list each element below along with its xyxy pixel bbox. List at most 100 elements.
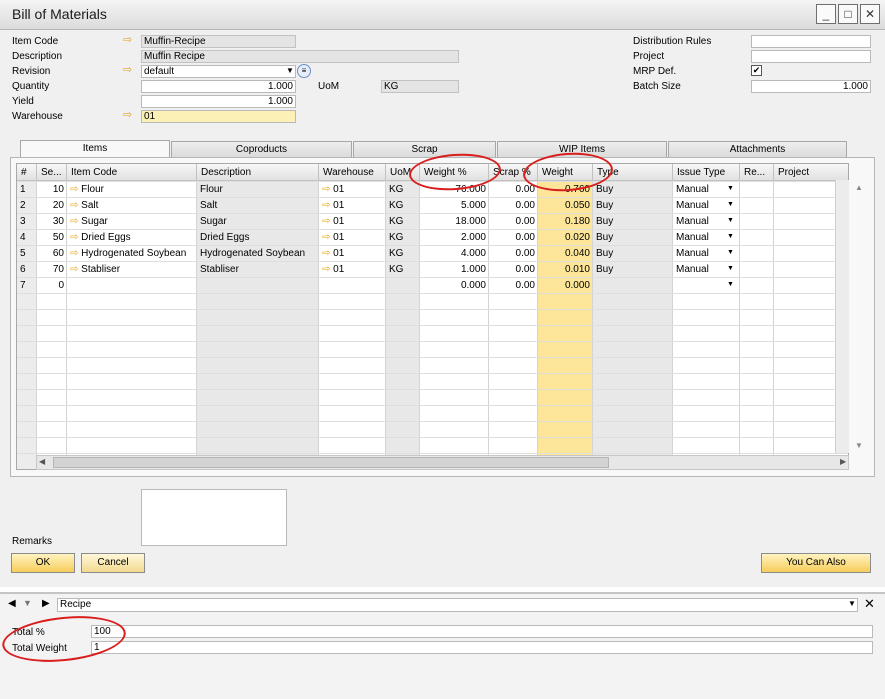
layout-selector[interactable]: Recipe <box>57 598 858 612</box>
yield-field[interactable]: 1.000 <box>141 95 296 108</box>
cell-scrap[interactable]: 0.00 <box>489 262 538 278</box>
col-header-warehouse[interactable]: Warehouse <box>319 164 386 181</box>
cell-type[interactable]: Buy <box>593 246 673 262</box>
cell-seq[interactable]: 0 <box>37 278 67 294</box>
cell-desc[interactable] <box>197 278 319 294</box>
cell-item[interactable]: ⇨ Stabliser <box>67 262 197 278</box>
link-arrow-icon[interactable]: ⇨ <box>70 232 81 243</box>
link-arrow-icon[interactable]: ⇨ <box>322 216 333 227</box>
cell-num[interactable]: 6 <box>17 262 37 278</box>
nav-prev-icon[interactable]: ◀ <box>8 598 16 609</box>
nav-next-icon[interactable]: ▶ <box>42 598 50 609</box>
cell-scrap[interactable]: 0.00 <box>489 230 538 246</box>
cell-uom[interactable] <box>386 278 420 294</box>
cell-uom[interactable]: KG <box>386 246 420 262</box>
cell-wh[interactable]: ⇨ 01 <box>319 214 386 230</box>
project-field[interactable] <box>751 50 871 63</box>
cell-uom[interactable]: KG <box>386 214 420 230</box>
cell-item[interactable]: ⇨ Hydrogenated Soybean <box>67 246 197 262</box>
cell-scrap[interactable]: 0.00 <box>489 278 538 294</box>
link-arrow-icon[interactable]: ⇨ <box>70 200 81 211</box>
close-panel-icon[interactable]: ✕ <box>864 596 875 612</box>
description-field[interactable]: Muffin Recipe <box>141 50 459 63</box>
cell-scrap[interactable]: 0.00 <box>489 246 538 262</box>
cell-desc[interactable]: Flour <box>197 182 319 198</box>
cell-item[interactable]: ⇨ Flour <box>67 182 197 198</box>
dropdown-arrow-icon[interactable]: ▼ <box>286 66 294 75</box>
scroll-right-icon[interactable]: ▶ <box>840 457 846 466</box>
link-arrow-icon[interactable]: ⇨ <box>70 248 81 259</box>
cell-weight[interactable]: 0.180 <box>538 214 593 230</box>
cell-seq[interactable]: 60 <box>37 246 67 262</box>
link-arrow-icon[interactable]: ⇨ <box>70 264 81 275</box>
cell-seq[interactable]: 20 <box>37 198 67 214</box>
link-arrow-icon[interactable]: ⇨ <box>322 200 333 211</box>
cell-item[interactable]: ⇨ Dried Eggs <box>67 230 197 246</box>
link-arrow-icon[interactable]: ⇨ <box>123 65 132 76</box>
scroll-left-icon[interactable]: ◀ <box>39 457 45 466</box>
cell-weight[interactable]: 0.010 <box>538 262 593 278</box>
col-header-item-code[interactable]: Item Code <box>67 164 197 181</box>
link-arrow-icon[interactable]: ⇨ <box>123 35 132 46</box>
cell-uom[interactable]: KG <box>386 182 420 198</box>
cell-desc[interactable]: Stabliser <box>197 262 319 278</box>
you-can-also-button[interactable]: You Can Also <box>761 553 871 573</box>
cell-seq[interactable]: 70 <box>37 262 67 278</box>
scroll-up-icon[interactable]: ▲ <box>855 183 863 192</box>
cell-seq[interactable]: 30 <box>37 214 67 230</box>
remarks-textarea[interactable] <box>141 489 287 546</box>
cell-num[interactable]: 3 <box>17 214 37 230</box>
cell-item[interactable]: ⇨ Sugar <box>67 214 197 230</box>
cell-wpct[interactable]: 4.000 <box>420 246 489 262</box>
cell-scrap[interactable]: 0.00 <box>489 198 538 214</box>
cell-wpct[interactable]: 5.000 <box>420 198 489 214</box>
col-header-seq[interactable]: Se... <box>37 164 67 181</box>
cell-uom[interactable]: KG <box>386 198 420 214</box>
list-icon[interactable]: ≡ <box>297 64 311 78</box>
quantity-field[interactable]: 1.000 <box>141 80 296 93</box>
link-arrow-icon[interactable]: ⇨ <box>70 216 81 227</box>
dropdown-arrow-icon[interactable]: ▼ <box>727 233 734 240</box>
link-arrow-icon[interactable]: ⇨ <box>322 264 333 275</box>
dropdown-arrow-icon[interactable]: ▼ <box>727 201 734 208</box>
cell-desc[interactable]: Salt <box>197 198 319 214</box>
dropdown-arrow-icon[interactable]: ▼ <box>727 281 734 288</box>
col-header-num[interactable]: # <box>17 164 37 181</box>
horizontal-scroll-thumb[interactable] <box>53 457 609 468</box>
total-weight-field[interactable]: 1 <box>91 641 873 654</box>
cell-wh[interactable] <box>319 278 386 294</box>
cell-wpct[interactable]: 1.000 <box>420 262 489 278</box>
cell-uom[interactable]: KG <box>386 230 420 246</box>
cell-num[interactable]: 1 <box>17 182 37 198</box>
link-arrow-icon[interactable]: ⇨ <box>70 184 81 195</box>
cell-num[interactable]: 5 <box>17 246 37 262</box>
link-arrow-icon[interactable]: ⇨ <box>322 184 333 195</box>
col-header-project[interactable]: Project <box>774 164 848 181</box>
dropdown-arrow-icon[interactable]: ▼ <box>727 265 734 272</box>
cell-type[interactable]: Buy <box>593 230 673 246</box>
dropdown-arrow-icon[interactable]: ▼ <box>727 185 734 192</box>
cell-weight[interactable]: 0.050 <box>538 198 593 214</box>
warehouse-field[interactable]: 01 <box>141 110 296 123</box>
cell-item[interactable]: ⇨ Salt <box>67 198 197 214</box>
cell-num[interactable]: 4 <box>17 230 37 246</box>
cell-item[interactable] <box>67 278 197 294</box>
link-arrow-icon[interactable]: ⇨ <box>123 110 132 121</box>
cell-scrap[interactable]: 0.00 <box>489 214 538 230</box>
cell-wpct[interactable]: 0.000 <box>420 278 489 294</box>
cell-type[interactable]: Buy <box>593 214 673 230</box>
cell-wh[interactable]: ⇨ 01 <box>319 246 386 262</box>
batch-size-field[interactable]: 1.000 <box>751 80 871 93</box>
cell-weight[interactable]: 0.020 <box>538 230 593 246</box>
cancel-button[interactable]: Cancel <box>81 553 145 573</box>
maximize-button[interactable]: □ <box>838 4 858 24</box>
cell-num[interactable]: 2 <box>17 198 37 214</box>
item-code-field[interactable]: Muffin-Recipe <box>141 35 296 48</box>
cell-type[interactable] <box>593 278 673 294</box>
col-header-issue-type[interactable]: Issue Type <box>673 164 740 181</box>
cell-type[interactable]: Buy <box>593 262 673 278</box>
link-arrow-icon[interactable]: ⇨ <box>322 248 333 259</box>
cell-wpct[interactable]: 18.000 <box>420 214 489 230</box>
distribution-rules-field[interactable] <box>751 35 871 48</box>
minimize-button[interactable]: _ <box>816 4 836 24</box>
